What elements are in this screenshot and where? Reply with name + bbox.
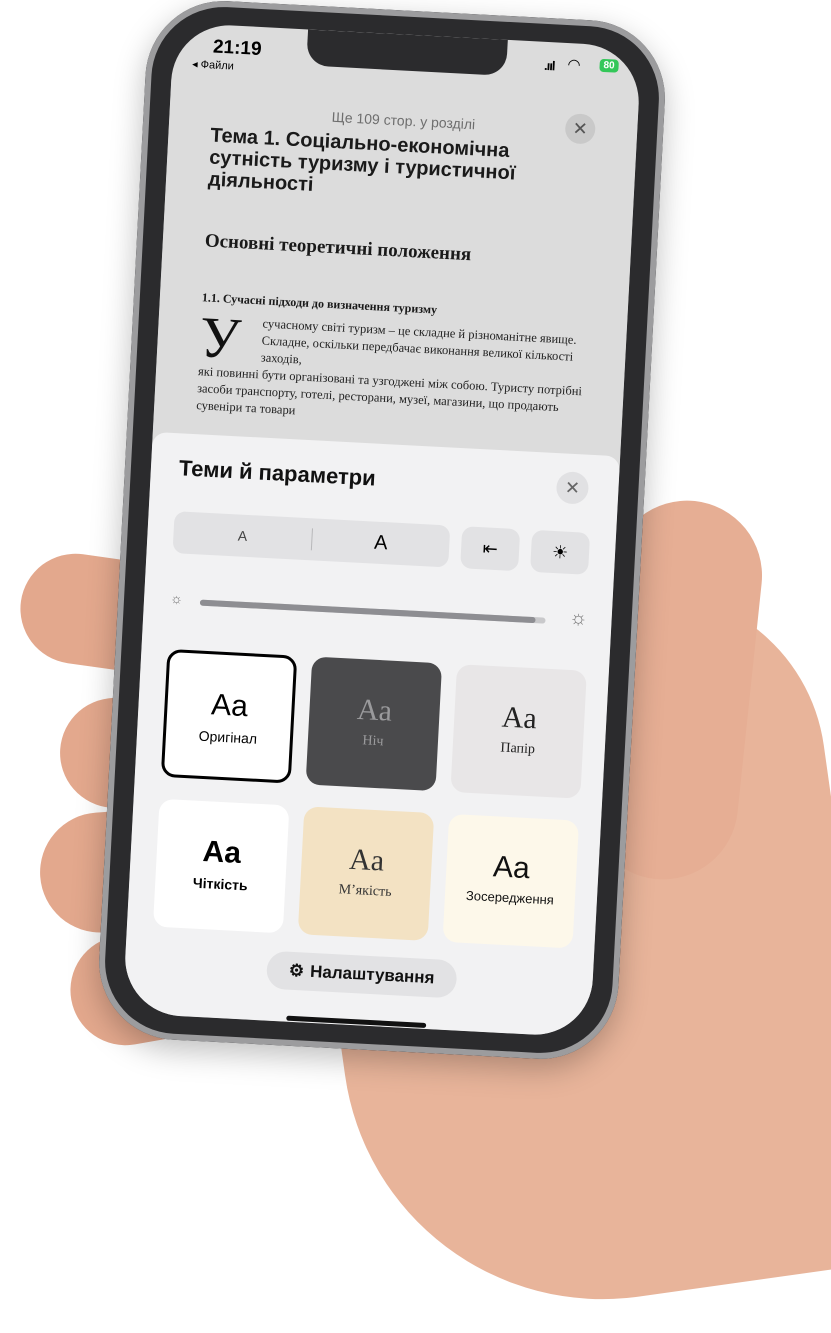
theme-original[interactable]: Aa Оригінал	[160, 648, 298, 784]
theme-label: Зосередження	[465, 887, 555, 908]
brightness-high-icon: ☼	[568, 606, 589, 630]
back-to-app-link[interactable]: ◂ Файли	[192, 57, 234, 72]
theme-paper[interactable]: Aa Папір	[450, 664, 587, 799]
brightness-slider[interactable]	[199, 599, 546, 624]
gear-icon: ⚙	[288, 960, 305, 981]
themes-settings-sheet: Теми й параметри ✕ A A ⇤ ☀ ☼ ☼ Aa Оригін…	[122, 431, 621, 1038]
theme-label: Ніч	[362, 733, 384, 750]
reader-page: Ще 109 стор. у розділі ✕ Тема 1. Соціаль…	[151, 78, 639, 473]
theme-sample: Aa	[356, 692, 393, 728]
body-paragraph: сучасному світі туризм – це складне й рі…	[196, 312, 593, 434]
theme-label: М’якість	[338, 882, 392, 900]
close-icon[interactable]: ✕	[564, 113, 597, 145]
decrease-font-button[interactable]: A	[173, 511, 313, 560]
theme-bold[interactable]: Aa Чіткість	[152, 798, 290, 934]
wifi-icon: ◠	[567, 56, 582, 74]
increase-font-button[interactable]: A	[311, 518, 450, 567]
home-indicator[interactable]	[286, 1015, 427, 1028]
theme-calm[interactable]: Aa М’якість	[297, 806, 435, 941]
theme-sample: Aa	[210, 688, 249, 724]
theme-sample: Aa	[501, 700, 538, 736]
theme-night[interactable]: Aa Ніч	[305, 656, 443, 792]
theme-focus[interactable]: Aa Зосередження	[442, 813, 580, 949]
theme-sample: Aa	[492, 850, 531, 886]
theme-label: Оригінал	[198, 727, 258, 747]
page-layout-icon[interactable]: ⇤	[460, 526, 521, 572]
section-heading: Основні теоретичні положення	[204, 230, 472, 266]
settings-label: Налаштування	[309, 961, 436, 988]
theme-label: Папір	[500, 740, 536, 758]
brightness-low-icon: ☼	[169, 590, 184, 607]
close-icon[interactable]: ✕	[555, 471, 590, 505]
brightness-slider-fill	[199, 599, 536, 624]
auto-night-theme-icon[interactable]: ☀	[530, 529, 591, 575]
brightness-slider-row: ☼ ☼	[169, 585, 588, 637]
battery-icon: 80	[599, 58, 619, 73]
theme-sample: Aa	[201, 835, 242, 871]
theme-grid: Aa Оригінал Aa Ніч Aa Папір Aa Чіткість …	[152, 648, 587, 949]
settings-button[interactable]: ⚙ Налаштування	[265, 950, 458, 999]
sheet-title: Теми й параметри	[178, 455, 377, 491]
theme-sample: Aa	[348, 842, 386, 878]
chapter-title: Тема 1. Соціально-економічна сутність ту…	[207, 124, 516, 196]
font-size-control: A A	[172, 511, 451, 568]
theme-label: Чіткість	[192, 874, 248, 894]
phone-screen: 21:19 ◂ Файли .ııl ◠ 80 Ще 109 стор. у р…	[122, 22, 642, 1038]
phone-frame: 21:19 ◂ Файли .ııl ◠ 80 Ще 109 стор. у р…	[95, 0, 669, 1063]
status-time: 21:19	[212, 36, 263, 61]
cellular-signal-icon: .ııl	[543, 57, 555, 74]
